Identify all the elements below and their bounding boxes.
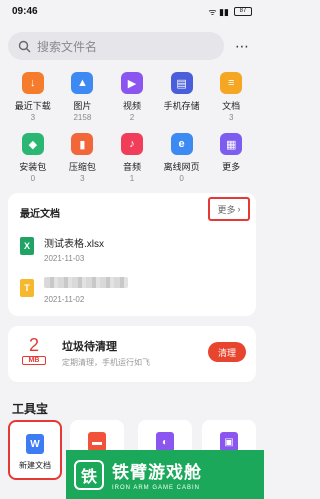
search-row: 搜索文件名 ⋯ [8, 32, 256, 60]
package-icon: ◆ [21, 133, 44, 155]
category-count: 1 [129, 174, 135, 183]
category-label: 最近下载 [14, 101, 51, 111]
browser-icon: e [170, 133, 193, 155]
tool-label: 新建文档 [19, 461, 51, 470]
recent-documents-card: 最近文档 更多 › X 测试表格.xlsx 2021-11-03 T 2021-… [8, 193, 256, 316]
category-count: 3 [228, 113, 234, 122]
category-count: 3 [30, 113, 36, 122]
watermark-subtitle: IRON ARM GAME CABIN [112, 485, 201, 491]
file-date: 2021-11-03 [44, 254, 85, 263]
category-label: 文档 [222, 101, 241, 111]
music-icon: ♪ [120, 133, 143, 155]
tool-new-document[interactable]: W 新建文档 [8, 420, 62, 480]
search-icon [18, 40, 31, 52]
recent-more-button[interactable]: 更多 › [208, 197, 250, 221]
search-placeholder: 搜索文件名 [37, 39, 98, 54]
signal-icon: ᯤ ▮▮ [208, 6, 229, 17]
archive-icon: ▮ [71, 133, 94, 155]
category-label: 音频 [122, 162, 141, 172]
lock-icon: ▣ [220, 432, 238, 452]
slides-icon: ▬ [88, 432, 106, 452]
document-icon: ≡ [220, 72, 243, 94]
category-documents[interactable]: ≡ 文档 3 [206, 72, 256, 123]
category-label: 视频 [122, 101, 141, 111]
junk-size: 2 MB [22, 336, 46, 365]
category-count: 0 [179, 174, 184, 183]
file-date: 2021-11-02 [44, 295, 85, 304]
category-label: 图片 [73, 101, 92, 111]
chevron-right-icon: › [237, 204, 241, 214]
watermark-title: 铁臂游戏舱 [112, 463, 202, 482]
category-archives[interactable]: ▮ 压缩包 3 [58, 133, 108, 184]
category-count: 0 [30, 174, 36, 183]
junk-size-unit: MB [22, 356, 46, 365]
storage-icon: ▤ [170, 72, 193, 94]
category-label: 离线网页 [163, 162, 200, 172]
category-count: 2158 [73, 113, 92, 122]
category-count: 3 [80, 174, 85, 183]
junk-size-value: 2 [28, 335, 39, 355]
junk-cleanup-card[interactable]: 2 MB 垃圾待清理 定期清理，手机运行如飞 清理 [8, 326, 256, 382]
recent-file-row[interactable]: X 测试表格.xlsx 2021-11-03 [20, 235, 104, 263]
category-apk[interactable]: ◆ 安装包 0 [8, 133, 58, 184]
recent-documents-title: 最近文档 [20, 209, 60, 220]
category-phone-storage[interactable]: ▤ 手机存储 [157, 72, 207, 123]
watermark-logo: 铁 [74, 459, 104, 490]
category-label: 安装包 [19, 162, 47, 172]
excel-file-icon: X [20, 237, 34, 255]
junk-title: 垃圾待清理 [62, 341, 117, 353]
more-label: 更多 [217, 204, 236, 215]
more-options-icon[interactable]: ⋯ [235, 38, 256, 55]
download-icon: ↓ [21, 72, 44, 94]
category-label: 手机存储 [163, 101, 200, 111]
grid-icon: ▦ [220, 133, 243, 155]
file-name-blurred [44, 277, 128, 291]
status-bar: 09:46 ᯤ ▮▮ 87 [0, 0, 264, 22]
search-input[interactable]: 搜索文件名 [8, 32, 224, 60]
category-offline-pages[interactable]: e 离线网页 0 [157, 133, 207, 184]
video-icon: ▶ [120, 72, 143, 94]
recent-file-row[interactable]: T 2021-11-02 [20, 277, 128, 304]
word-document-icon: W [26, 434, 44, 454]
text-file-icon: T [20, 279, 34, 297]
watermark-banner: 铁 铁臂游戏舱 IRON ARM GAME CABIN [66, 450, 264, 499]
category-count: 2 [129, 113, 135, 122]
category-images[interactable]: ▲ 图片 2158 [58, 72, 108, 123]
category-videos[interactable]: ▶ 视频 2 [107, 72, 157, 123]
category-label: 更多 [222, 162, 241, 172]
category-more[interactable]: ▦ 更多 [206, 133, 256, 184]
file-name: 测试表格.xlsx [44, 239, 104, 250]
battery-icon: 87 [234, 6, 252, 16]
tool-icon: ◐ [156, 432, 174, 452]
category-label: 压缩包 [68, 162, 96, 172]
clean-button[interactable]: 清理 [208, 342, 246, 362]
status-time: 09:46 [12, 5, 38, 17]
category-grid: ↓ 最近下载 3 ▲ 图片 2158 ▶ 视频 2 ▤ 手机存储 ≡ 文档 3 … [8, 72, 256, 184]
category-audio[interactable]: ♪ 音频 1 [107, 133, 157, 184]
category-recent-downloads[interactable]: ↓ 最近下载 3 [8, 72, 58, 123]
image-icon: ▲ [71, 72, 94, 94]
junk-subtitle: 定期清理，手机运行如飞 [62, 358, 150, 367]
tools-title: 工具宝 [12, 402, 49, 416]
